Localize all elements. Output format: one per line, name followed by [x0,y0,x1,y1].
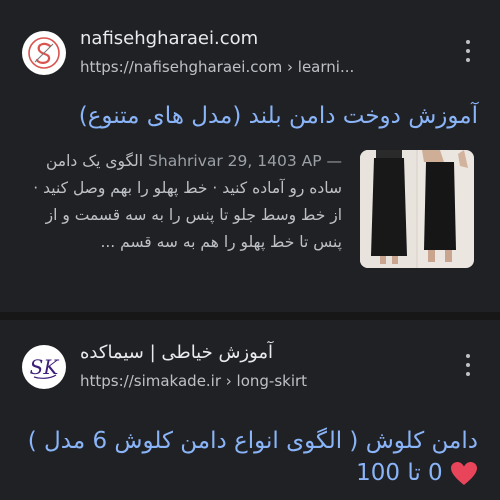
result-source[interactable]: nafisehgharaei.com https://nafisehgharae… [22,26,478,82]
more-options-icon[interactable] [458,350,478,380]
site-favicon [22,31,66,75]
result-title-part2[interactable]: 0 تا 100 [356,460,443,486]
result-source[interactable]: SK آموزش خیاطی | سیماکده https://simakad… [22,340,478,396]
search-results-page: nafisehgharaei.com https://nafisehgharae… [0,0,500,500]
site-name[interactable]: nafisehgharaei.com [80,28,258,49]
search-result: SK آموزش خیاطی | سیماکده https://simakad… [0,320,500,500]
result-title-link[interactable]: دامن کلوش ( الگوی انواع دامن کلوش 6 مدل … [22,425,478,489]
search-result: nafisehgharaei.com https://nafisehgharae… [0,0,500,312]
site-url[interactable]: https://nafisehgharaei.com › learni... [80,58,354,76]
result-thumbnail[interactable] [360,150,474,268]
skirt-photo-image [360,150,474,268]
result-date: Shahrivar 29, 1403 AP — [148,152,342,170]
site-name[interactable]: آموزش خیاطی | سیماکده [80,342,273,363]
site-favicon: SK [22,345,66,389]
heart-icon [451,461,477,485]
logo-sk-icon: SK [30,355,60,379]
result-snippet: Shahrivar 29, 1403 AP — الگوی یک دامن سا… [22,148,342,256]
result-title-part1[interactable]: دامن کلوش ( الگوی انواع دامن کلوش 6 مدل … [28,428,478,454]
site-url[interactable]: https://simakade.ir › long-skirt [80,372,307,390]
more-options-icon[interactable] [458,36,478,66]
result-snippet-block: Shahrivar 29, 1403 AP — الگوی یک دامن سا… [22,148,478,298]
logo-s-icon [28,37,60,69]
result-divider [0,312,500,320]
result-title-link[interactable]: آموزش دوخت دامن بلند (مدل های متنوع) [22,100,478,132]
